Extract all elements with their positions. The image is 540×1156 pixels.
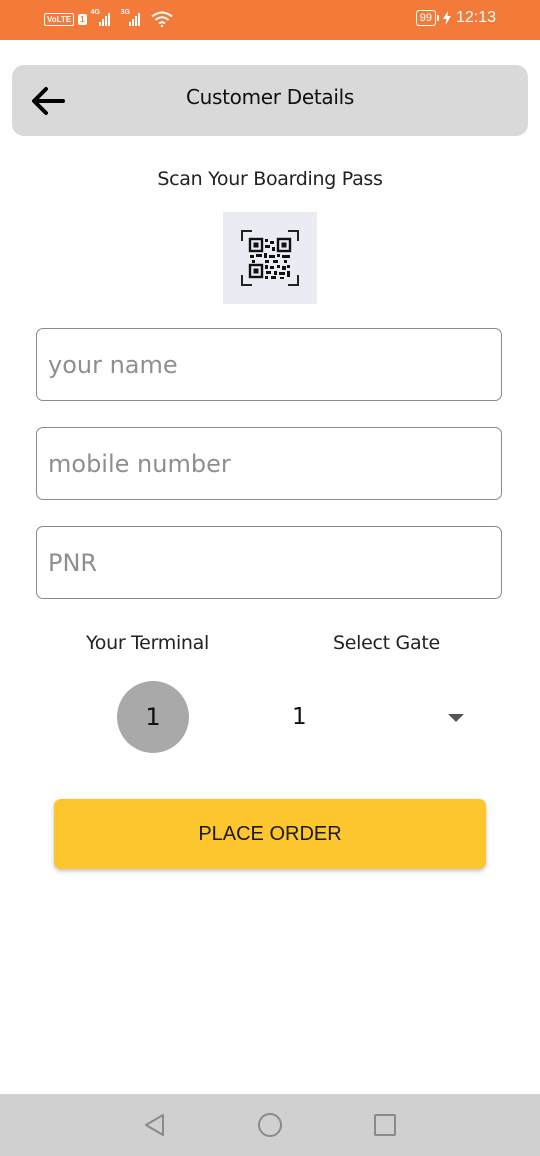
gate-selected-value: 1 [292, 704, 307, 730]
battery-icon: 99 [415, 10, 440, 26]
status-left: VoLTE 1 4G 3G [44, 9, 173, 28]
name-input[interactable] [37, 329, 501, 400]
terminal-value: 1 [145, 703, 161, 731]
system-navigation-bar [0, 1094, 540, 1156]
terminal-label: Your Terminal [86, 632, 209, 654]
place-order-button[interactable]: PLACE ORDER [54, 799, 486, 869]
nav-home-circle-icon[interactable] [256, 1111, 284, 1139]
wifi-icon [150, 11, 173, 27]
customer-details-screen: VoLTE 1 4G 3G 99 12:13 Customer Details … [0, 0, 540, 1156]
cellular-signal-icon-2: 3G [121, 9, 147, 28]
cellular-signal-icon: 4G [91, 9, 117, 28]
gate-dropdown[interactable]: 1 [278, 696, 474, 742]
gate-label: Select Gate [333, 632, 440, 654]
nav-back-triangle-icon[interactable] [141, 1111, 169, 1139]
scan-qr-button[interactable] [223, 212, 317, 304]
nav-recents-square-icon[interactable] [371, 1111, 399, 1139]
volte-indicator: VoLTE [44, 12, 75, 26]
qr-code-scan-icon [241, 230, 299, 286]
app-header: Customer Details [12, 65, 528, 136]
scan-boarding-pass-label: Scan Your Boarding Pass [157, 168, 383, 190]
sim-slot-indicator: 1 [78, 13, 87, 25]
terminal-selector[interactable]: 1 [117, 681, 189, 753]
pnr-field [36, 526, 502, 599]
charging-bolt-icon [442, 11, 451, 25]
mobile-number-input[interactable] [37, 428, 501, 499]
dropdown-arrow-icon [448, 714, 464, 722]
pnr-input[interactable] [37, 527, 501, 598]
page-title: Customer Details [185, 85, 355, 109]
status-right: 99 12:13 [415, 9, 496, 27]
status-time: 12:13 [455, 9, 496, 26]
status-bar: VoLTE 1 4G 3G 99 12:13 [0, 0, 540, 40]
name-field [36, 328, 502, 401]
mobile-field [36, 427, 502, 500]
